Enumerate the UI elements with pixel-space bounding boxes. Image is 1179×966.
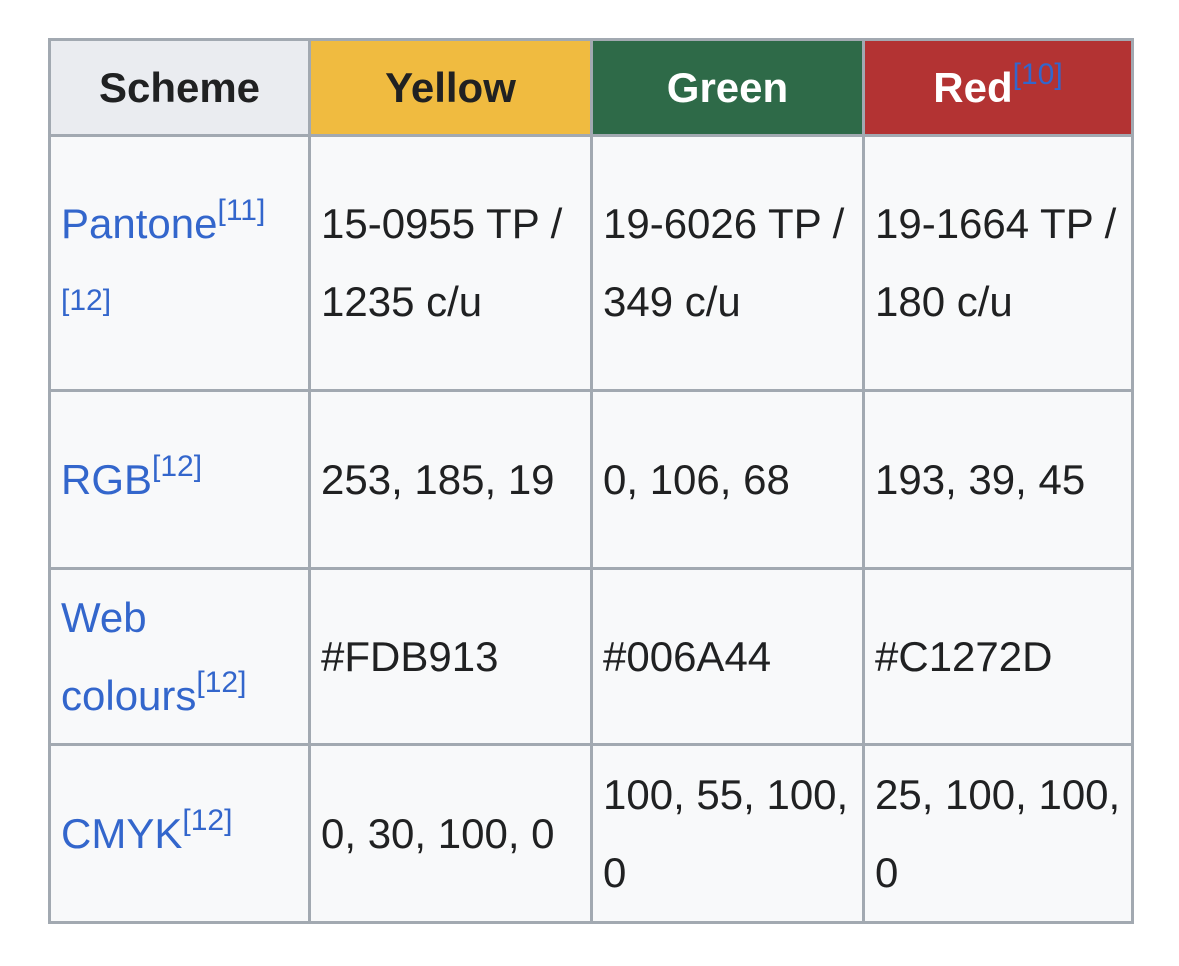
reference-link-11[interactable]: [11] [217, 194, 265, 227]
header-yellow: Yellow [308, 38, 593, 137]
web-colours-green: #006A44 [590, 567, 865, 746]
cmyk-link[interactable]: CMYK [61, 810, 182, 857]
header-red: Red[10] [862, 38, 1134, 137]
cmyk-green: 100, 55, 100, 0 [590, 743, 865, 924]
table-row-rgb: RGB[12] 253, 185, 19 0, 106, 68 193, 39,… [48, 389, 1134, 570]
reference-link-12[interactable]: [12] [182, 804, 232, 837]
rgb-green: 0, 106, 68 [590, 389, 865, 570]
row-label-pantone: Pantone[11] [12] [48, 134, 311, 392]
cmyk-yellow: 0, 30, 100, 0 [308, 743, 593, 924]
pantone-link[interactable]: Pantone [61, 200, 217, 247]
row-label-web-colours: Web colours[12] [48, 567, 311, 746]
colour-scheme-table: Scheme Yellow Green Red[10] Pantone[11] [… [48, 38, 1134, 924]
pantone-green: 19-6026 TP / 349 c/u [590, 134, 865, 392]
row-label-cmyk: CMYK[12] [48, 743, 311, 924]
reference-link-12[interactable]: [12] [196, 666, 246, 699]
reference-link-10[interactable]: [10] [1013, 58, 1063, 91]
pantone-red: 19-1664 TP / 180 c/u [862, 134, 1134, 392]
rgb-red: 193, 39, 45 [862, 389, 1134, 570]
pantone-yellow: 15-0955 TP / 1235 c/u [308, 134, 593, 392]
table-row-pantone: Pantone[11] [12] 15-0955 TP / 1235 c/u 19… [48, 134, 1134, 392]
header-green: Green [590, 38, 865, 137]
reference-link-12[interactable]: [12] [61, 284, 111, 317]
web-colours-red: #C1272D [862, 567, 1134, 746]
table-row-web-colours: Web colours[12] #FDB913 #006A44 #C1272D [48, 567, 1134, 746]
header-red-label: Red [933, 63, 1013, 111]
web-colours-yellow: #FDB913 [308, 567, 593, 746]
web-colours-link[interactable]: Web colours [61, 594, 196, 719]
row-label-rgb: RGB[12] [48, 389, 311, 570]
header-row: Scheme Yellow Green Red[10] [48, 38, 1134, 137]
rgb-yellow: 253, 185, 19 [308, 389, 593, 570]
table-row-cmyk: CMYK[12] 0, 30, 100, 0 100, 55, 100, 0 2… [48, 743, 1134, 924]
rgb-link[interactable]: RGB [61, 456, 152, 503]
cmyk-red: 25, 100, 100, 0 [862, 743, 1134, 924]
reference-link-12[interactable]: [12] [152, 450, 202, 483]
header-scheme: Scheme [48, 38, 311, 137]
